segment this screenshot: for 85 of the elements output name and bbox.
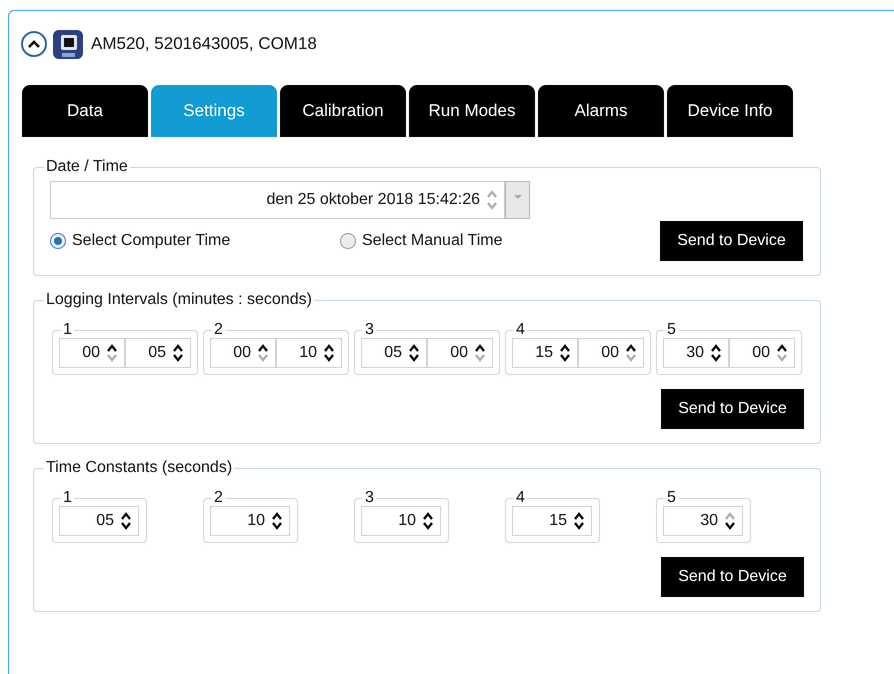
spinner-value: 00 [233, 343, 251, 363]
spin-up-button[interactable] [257, 344, 269, 353]
spinner-label: 2 [213, 490, 224, 506]
spin-up-button[interactable] [559, 344, 571, 353]
spinner-value: 00 [450, 343, 468, 363]
spinner-value: 05 [148, 343, 166, 363]
spinner-label: 5 [666, 322, 677, 338]
spinner-field[interactable]: 00 [210, 338, 276, 368]
send-button[interactable]: Send to Device [660, 221, 803, 261]
spin-down-button[interactable] [422, 521, 434, 530]
radio-label: Select Manual Time [362, 231, 503, 251]
spin-up-button[interactable] [408, 344, 420, 353]
spinner-value: 05 [384, 343, 402, 363]
spin-up-button[interactable] [710, 344, 722, 353]
spinner-field[interactable]: 00 [578, 338, 644, 368]
spinner-label: 3 [364, 322, 375, 338]
spinner-field[interactable]: 05 [361, 338, 427, 368]
spinner-value: 00 [82, 343, 100, 363]
spin-up-button[interactable] [474, 344, 486, 353]
spin-down-button[interactable] [172, 353, 184, 362]
radio-button[interactable] [50, 233, 66, 249]
tab[interactable]: Calibration [280, 85, 406, 137]
spinner-value: 10 [247, 511, 265, 531]
spinner-field[interactable]: 10 [276, 338, 342, 368]
spin-up-button[interactable] [323, 344, 335, 353]
spinner-value: 30 [700, 511, 718, 531]
spinner-field[interactable]: 15 [512, 506, 592, 536]
spin-up-button[interactable] [422, 512, 434, 521]
spinner-field[interactable]: 00 [729, 338, 795, 368]
spinner-field[interactable]: 30 [663, 338, 729, 368]
spinner-field[interactable]: 00 [427, 338, 493, 368]
spin-up-button[interactable] [271, 512, 283, 521]
spinner-label: 2 [213, 322, 224, 338]
radio-button[interactable] [340, 233, 356, 249]
spin-down-button[interactable] [573, 521, 585, 530]
date-time-value: den 25 oktober 2018 15:42:26 [266, 190, 480, 210]
spinner-value: 00 [752, 343, 770, 363]
spinner-field[interactable]: 10 [210, 506, 290, 536]
spin-down-button[interactable] [323, 353, 335, 362]
spinner-field[interactable]: 05 [59, 506, 139, 536]
tab[interactable]: Run Modes [409, 85, 535, 137]
spinner-label: 1 [62, 322, 73, 338]
spinner-field[interactable]: 15 [512, 338, 578, 368]
spin-down-button[interactable] [408, 353, 420, 362]
chevron-up-icon [28, 40, 40, 48]
spin-down-button[interactable] [724, 521, 736, 530]
spin-up-button[interactable] [776, 344, 788, 353]
spinner-value: 30 [686, 343, 704, 363]
send-button[interactable]: Send to Device [661, 557, 804, 597]
spin-down-button[interactable] [559, 353, 571, 362]
spinner-label: 4 [515, 490, 526, 506]
group-title: Logging Intervals (minutes : seconds) [45, 290, 313, 310]
spin-up-button[interactable] [573, 512, 585, 521]
spin-up-button[interactable] [172, 344, 184, 353]
spin-down-button[interactable] [271, 521, 283, 530]
spinner-label: 3 [364, 490, 375, 506]
tab[interactable]: Device Info [667, 85, 793, 137]
device-icon [51, 27, 85, 61]
spinner-label: 5 [666, 490, 677, 506]
spin-up-button[interactable] [625, 344, 637, 353]
spinner-field[interactable]: 10 [361, 506, 441, 536]
spin-down-button[interactable] [710, 353, 722, 362]
spin-up-button[interactable] [120, 512, 132, 521]
spinner-value: 10 [398, 511, 416, 531]
spinner-value: 10 [299, 343, 317, 363]
spinner-label: 4 [515, 322, 526, 338]
spinner-label: 1 [62, 490, 73, 506]
radio-label: Select Computer Time [72, 231, 230, 251]
send-button[interactable]: Send to Device [661, 389, 804, 429]
spinner-value: 15 [535, 343, 553, 363]
spinner-field[interactable]: 00 [59, 338, 125, 368]
group-title: Time Constants (seconds) [45, 458, 234, 478]
spinner-value: 05 [96, 511, 114, 531]
collapse-button[interactable] [21, 31, 47, 57]
spinner-value: 15 [549, 511, 567, 531]
spin-up-button[interactable] [106, 344, 118, 353]
spinner-value: 00 [601, 343, 619, 363]
tab[interactable]: Alarms [538, 85, 664, 137]
caret-icon [512, 194, 522, 200]
tab[interactable]: Data [22, 85, 148, 137]
spinner-field[interactable]: 05 [125, 338, 191, 368]
spinner-field[interactable]: 30 [663, 506, 743, 536]
spin-down-button[interactable] [120, 521, 132, 530]
device-title: AM520, 5201643005, COM18 [91, 33, 317, 56]
group-title: Date / Time [45, 157, 129, 177]
